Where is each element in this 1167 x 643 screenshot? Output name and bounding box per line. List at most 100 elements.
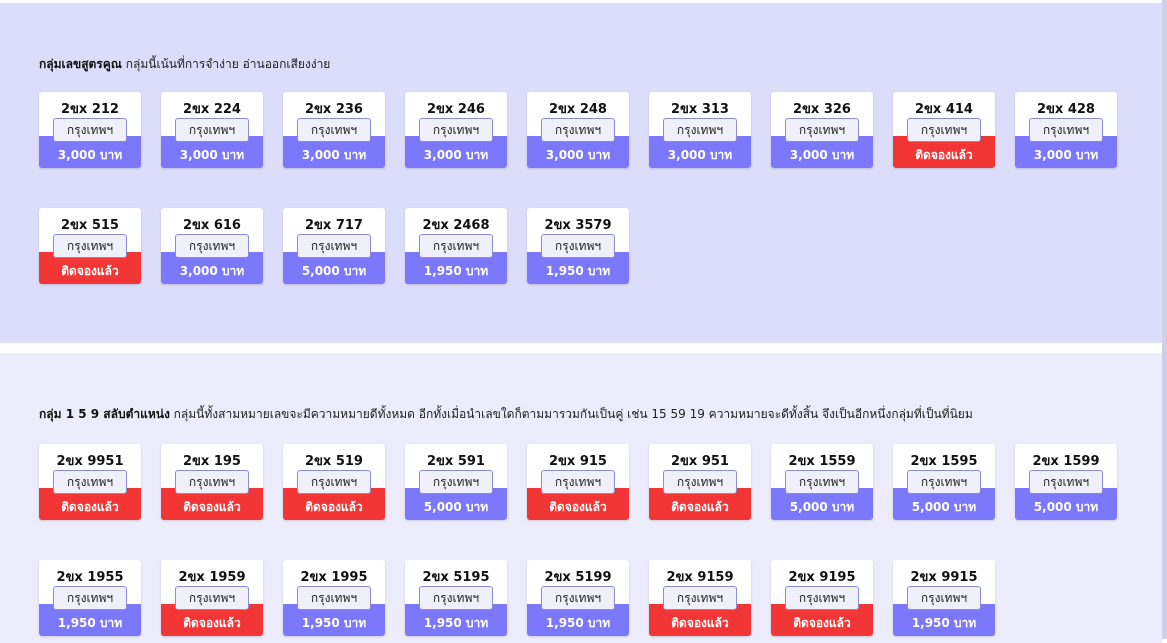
province-button[interactable]: กรุงเทพฯ bbox=[419, 470, 493, 494]
plate-card[interactable]: 2ขx 3579 กรุงเทพฯ 1,950 บาท bbox=[527, 208, 629, 284]
province-button[interactable]: กรุงเทพฯ bbox=[907, 118, 981, 142]
price-label: 5,000 บาท bbox=[423, 500, 489, 514]
plate-card[interactable]: 2ขx 248 กรุงเทพฯ 3,000 บาท bbox=[527, 92, 629, 168]
plate-number: 2ขx 519 bbox=[305, 454, 363, 469]
province-button[interactable]: กรุงเทพฯ bbox=[663, 118, 737, 142]
plate-card[interactable]: 2ขx 9951 กรุงเทพฯ ติดจองแล้ว bbox=[39, 444, 141, 520]
province-button[interactable]: กรุงเทพฯ bbox=[1029, 118, 1103, 142]
province-button[interactable]: กรุงเทพฯ bbox=[297, 234, 371, 258]
province-button[interactable]: กรุงเทพฯ bbox=[53, 586, 127, 610]
plate-card[interactable]: 2ขx 591 กรุงเทพฯ 5,000 บาท bbox=[405, 444, 507, 520]
plate-card[interactable]: 2ขx 717 กรุงเทพฯ 5,000 บาท bbox=[283, 208, 385, 284]
plate-card[interactable]: 2ขx 616 กรุงเทพฯ 3,000 บาท bbox=[161, 208, 263, 284]
plate-card[interactable]: 2ขx 326 กรุงเทพฯ 3,000 บาท bbox=[771, 92, 873, 168]
price-label: 1,950 บาท bbox=[545, 616, 611, 630]
plate-number: 2ขx 195 bbox=[183, 454, 241, 469]
price-label: 3,000 บาท bbox=[545, 148, 611, 162]
plate-number: 2ขx 591 bbox=[427, 454, 485, 469]
section-heading: กลุ่มเลขสูตรคูณ กลุ่มนี้เน้นที่การจำง่าย… bbox=[39, 55, 330, 74]
plate-card[interactable]: 2ขx 2468 กรุงเทพฯ 1,950 บาท bbox=[405, 208, 507, 284]
province-button[interactable]: กรุงเทพฯ bbox=[785, 470, 859, 494]
plate-number: 2ขx 2468 bbox=[422, 218, 490, 233]
plate-card[interactable]: 2ขx 236 กรุงเทพฯ 3,000 บาท bbox=[283, 92, 385, 168]
province-button[interactable]: กรุงเทพฯ bbox=[663, 586, 737, 610]
province-button[interactable]: กรุงเทพฯ bbox=[175, 118, 249, 142]
price-label: 5,000 บาท bbox=[301, 264, 367, 278]
province-button[interactable]: กรุงเทพฯ bbox=[785, 586, 859, 610]
page-scrollbar-edge bbox=[1162, 0, 1167, 639]
province-button[interactable]: กรุงเทพฯ bbox=[663, 470, 737, 494]
price-label: 5,000 บาท bbox=[789, 500, 855, 514]
province-button[interactable]: กรุงเทพฯ bbox=[53, 234, 127, 258]
price-label: 3,000 บาท bbox=[301, 148, 367, 162]
plate-card[interactable]: 2ขx 1599 กรุงเทพฯ 5,000 บาท bbox=[1015, 444, 1117, 520]
plate-card[interactable]: 2ขx 313 กรุงเทพฯ 3,000 บาท bbox=[649, 92, 751, 168]
plate-card[interactable]: 2ขx 951 กรุงเทพฯ ติดจองแล้ว bbox=[649, 444, 751, 520]
province-button[interactable]: กรุงเทพฯ bbox=[785, 118, 859, 142]
section-159-group: กลุ่ม 1 5 9 สลับตำแหน่ง กลุ่มนี้ทั้งสามห… bbox=[0, 353, 1162, 643]
plate-card[interactable]: 2ขx 1559 กรุงเทพฯ 5,000 บาท bbox=[771, 444, 873, 520]
price-label: 1,950 บาท bbox=[57, 616, 123, 630]
province-button[interactable]: กรุงเทพฯ bbox=[907, 470, 981, 494]
plate-card[interactable]: 2ขx 414 กรุงเทพฯติดจองแล้ว bbox=[893, 92, 995, 168]
plate-card[interactable]: 2ขx 5195 กรุงเทพฯ 1,950 บาท bbox=[405, 560, 507, 636]
province-button[interactable]: กรุงเทพฯ bbox=[541, 234, 615, 258]
province-button[interactable]: กรุงเทพฯ bbox=[53, 470, 127, 494]
plate-card[interactable]: 2ขx 915 กรุงเทพฯ ติดจองแล้ว bbox=[527, 444, 629, 520]
price-label: 1,950 บาท bbox=[423, 616, 489, 630]
plate-number: 2ขx 246 bbox=[427, 102, 485, 117]
plate-number: 2ขx 3579 bbox=[544, 218, 612, 233]
province-button[interactable]: กรุงเทพฯ bbox=[907, 586, 981, 610]
plate-card[interactable]: 2ขx 1595 กรุงเทพฯ 5,000 บาท bbox=[893, 444, 995, 520]
plate-card[interactable]: 2ขx 519 กรุงเทพฯติดจองแล้ว bbox=[283, 444, 385, 520]
plate-card[interactable]: 2ขx 1959 กรุงเทพฯ ติดจองแล้ว bbox=[161, 560, 263, 636]
price-label: 3,000 บาท bbox=[179, 148, 245, 162]
plate-card[interactable]: 2ขx 1955 กรุงเทพฯ 1,950 บาท bbox=[39, 560, 141, 636]
province-button[interactable]: กรุงเทพฯ bbox=[541, 118, 615, 142]
price-label: 3,000 บาท bbox=[57, 148, 123, 162]
plate-card[interactable]: 2ขx 5199 กรุงเทพฯ 1,950 บาท bbox=[527, 560, 629, 636]
plate-card[interactable]: 2ขx 224 กรุงเทพฯ 3,000 บาท bbox=[161, 92, 263, 168]
plate-number: 2ขx 9195 bbox=[788, 570, 856, 585]
province-button[interactable]: กรุงเทพฯ bbox=[175, 234, 249, 258]
province-button[interactable]: กรุงเทพฯ bbox=[53, 118, 127, 142]
plate-number: 2ขx 428 bbox=[1037, 102, 1095, 117]
section-multiplication-group: กลุ่มเลขสูตรคูณ กลุ่มนี้เน้นที่การจำง่าย… bbox=[0, 3, 1162, 343]
province-button[interactable]: กรุงเทพฯ bbox=[175, 586, 249, 610]
price-label: 1,950 บาท bbox=[301, 616, 367, 630]
province-button[interactable]: กรุงเทพฯ bbox=[297, 118, 371, 142]
price-label: 3,000 บาท bbox=[789, 148, 855, 162]
plate-card[interactable]: 2ขx 428 กรุงเทพฯ 3,000 บาท bbox=[1015, 92, 1117, 168]
price-label: 5,000 บาท bbox=[911, 500, 977, 514]
plate-number: 2ขx 1955 bbox=[56, 570, 124, 585]
reserved-label: ติดจองแล้ว bbox=[305, 500, 363, 514]
province-button[interactable]: กรุงเทพฯ bbox=[541, 470, 615, 494]
province-button[interactable]: กรุงเทพฯ bbox=[541, 586, 615, 610]
plate-card[interactable]: 2ขx 515 กรุงเทพฯ ติดจองแล้ว bbox=[39, 208, 141, 284]
plate-card[interactable]: 2ขx 212 กรุงเทพฯ 3,000 บาท bbox=[39, 92, 141, 168]
province-button[interactable]: กรุงเทพฯ bbox=[419, 586, 493, 610]
province-button[interactable]: กรุงเทพฯ bbox=[419, 234, 493, 258]
province-button[interactable]: กรุงเทพฯ bbox=[297, 586, 371, 610]
price-label: 1,950 บาท bbox=[911, 616, 977, 630]
plate-card[interactable]: 2ขx 195 กรุงเทพฯ ติดจองแล้ว bbox=[161, 444, 263, 520]
plate-card[interactable]: 2ขx 246 กรุงเทพฯ 3,000 บาท bbox=[405, 92, 507, 168]
plate-number: 2ขx 616 bbox=[183, 218, 241, 233]
province-button[interactable]: กรุงเทพฯ bbox=[175, 470, 249, 494]
province-button[interactable]: กรุงเทพฯ bbox=[419, 118, 493, 142]
plate-card[interactable]: 2ขx 9195 กรุงเทพฯ ติดจองแล้ว bbox=[771, 560, 873, 636]
plate-number: 2ขx 951 bbox=[671, 454, 729, 469]
section-description: กลุ่มนี้เน้นที่การจำง่าย อ่านออกเสียงง่า… bbox=[125, 57, 331, 71]
plate-card[interactable]: 2ขx 1995 กรุงเทพฯ 1,950 บาท bbox=[283, 560, 385, 636]
plate-number: 2ขx 326 bbox=[793, 102, 851, 117]
province-button[interactable]: กรุงเทพฯ bbox=[297, 470, 371, 494]
section-title: กลุ่มเลขสูตรคูณ bbox=[39, 57, 122, 71]
plate-card[interactable]: 2ขx 9915 กรุงเทพฯ 1,950 บาท bbox=[893, 560, 995, 636]
reserved-label: ติดจองแล้ว bbox=[915, 148, 973, 162]
province-button[interactable]: กรุงเทพฯ bbox=[1029, 470, 1103, 494]
plate-number: 2ขx 717 bbox=[305, 218, 363, 233]
plate-number: 2ขx 1959 bbox=[178, 570, 246, 585]
plate-number: 2ขx 414 bbox=[915, 102, 973, 117]
plate-card[interactable]: 2ขx 9159 กรุงเทพฯ ติดจองแล้ว bbox=[649, 560, 751, 636]
price-label: 1,950 บาท bbox=[423, 264, 489, 278]
